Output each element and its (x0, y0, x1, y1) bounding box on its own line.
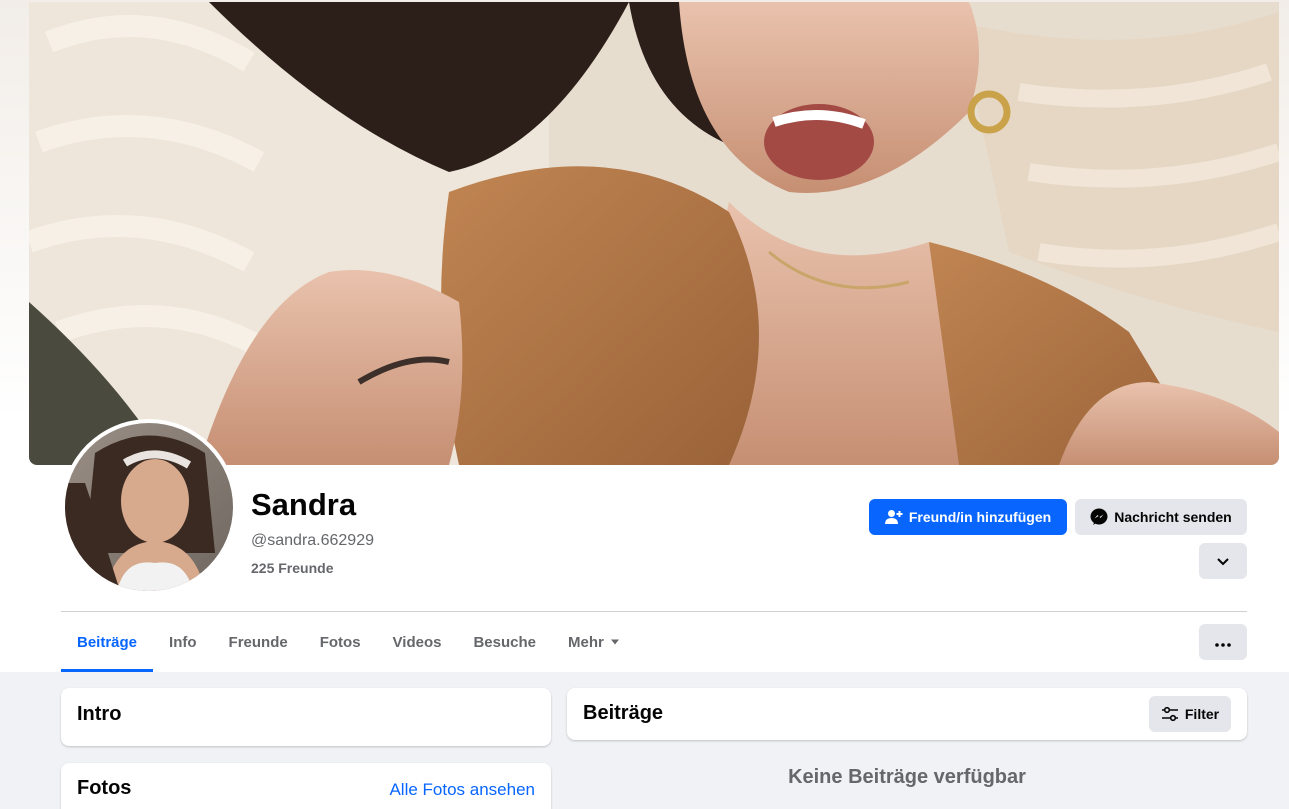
messenger-icon (1090, 508, 1108, 526)
tab-info[interactable]: Info (153, 612, 213, 672)
more-icon (1215, 634, 1231, 650)
profile-name: Sandra (251, 487, 357, 522)
filter-button[interactable]: Filter (1149, 696, 1231, 732)
profile-options-button[interactable] (1199, 543, 1247, 579)
profile-handle: @sandra.662929 (251, 532, 374, 549)
filter-label: Filter (1184, 706, 1220, 722)
posts-card: Beiträge Filter (567, 688, 1247, 740)
posts-title: Beiträge (583, 702, 664, 724)
tab-videos[interactable]: Videos (377, 612, 458, 672)
intro-card: Intro (61, 688, 551, 746)
send-message-label: Nachricht senden (1114, 509, 1232, 525)
intro-title: Intro (77, 703, 122, 725)
photos-card: Fotos Alle Fotos ansehen (61, 763, 551, 809)
profile-picture[interactable] (61, 419, 237, 595)
filter-icon (1161, 706, 1179, 722)
add-friend-icon (884, 509, 903, 525)
empty-posts-message: Keine Beiträge verfügbar (788, 766, 1026, 788)
friends-count[interactable]: 225 Freunde (251, 560, 333, 576)
photos-title: Fotos (77, 777, 132, 799)
tab-fotos[interactable]: Fotos (304, 612, 377, 672)
tab-freunde[interactable]: Freunde (213, 612, 304, 672)
cover-photo[interactable] (29, 2, 1279, 465)
caret-down-icon (610, 639, 620, 645)
add-friend-label: Freund/in hinzufügen (908, 509, 1052, 525)
chevron-down-icon (1217, 553, 1229, 569)
add-friend-button[interactable]: Freund/in hinzufügen (869, 499, 1067, 535)
see-all-photos-link[interactable]: Alle Fotos ansehen (389, 780, 535, 800)
more-options-button[interactable] (1199, 624, 1247, 660)
send-message-button[interactable]: Nachricht senden (1075, 499, 1247, 535)
tab-beitraege[interactable]: Beiträge (61, 612, 154, 672)
tab-besuche[interactable]: Besuche (457, 612, 552, 672)
profile-tabs: Beiträge Info Freunde Fotos Videos Besuc… (61, 612, 636, 672)
tab-mehr[interactable]: Mehr (552, 612, 636, 672)
